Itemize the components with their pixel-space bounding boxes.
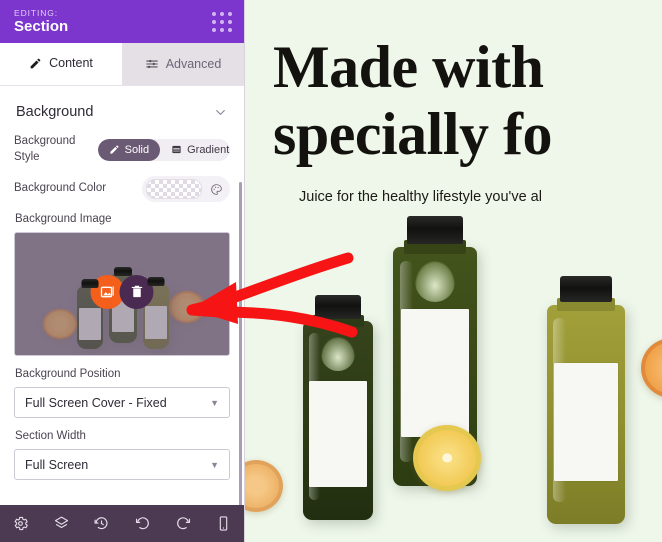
section-width-select[interactable]: Full Screen ▼ [14,449,230,481]
background-color-row: Background Color [14,176,230,203]
editing-label: EDITING: [14,7,59,18]
sidebar-scrollbar[interactable] [239,182,242,505]
undo-button[interactable] [122,515,163,532]
sidebar-tabs: Content Advanced [0,43,244,86]
mobile-icon [219,516,228,531]
hero-subheadline[interactable]: Juice for the healthy lifestyle you've a… [299,189,542,205]
chevron-down-icon: ▼ [210,459,219,470]
background-position-select[interactable]: Full Screen Cover - Fixed ▼ [14,387,230,419]
responsive-preview-button[interactable] [203,515,244,532]
image-action-buttons [90,274,154,309]
juice-bottle-left [303,295,373,520]
palette-icon[interactable] [206,179,226,199]
section-width-label: Section Width [15,430,86,443]
background-section-title: Background [16,104,94,120]
orange-slice-left [245,460,283,512]
layers-button[interactable] [41,515,82,532]
sliders-icon [145,59,158,69]
section-width-field: Section Width Full Screen ▼ [14,430,230,481]
color-swatch-transparent[interactable] [146,179,202,200]
background-image-label: Background Image [15,213,112,226]
background-position-field: Background Position Full Screen Cover - … [14,368,230,419]
background-style-toggle: Solid Gradient [97,138,230,161]
redo-button[interactable] [163,515,204,532]
style-option-solid[interactable]: Solid [97,138,161,161]
history-icon [94,517,108,530]
sidebar-footer-toolbar [0,505,244,542]
tab-advanced[interactable]: Advanced [122,43,244,85]
lemon-slice [413,425,481,491]
style-option-solid-label: Solid [124,143,150,156]
tab-content[interactable]: Content [0,43,122,85]
style-option-gradient[interactable]: Gradient [160,139,230,161]
pencil-icon [30,58,41,68]
chevron-down-icon[interactable] [213,105,228,120]
style-option-gradient-label: Gradient [187,143,230,156]
grid-dots-icon[interactable] [212,11,232,32]
layers-icon [54,516,68,529]
background-position-value: Full Screen Cover - Fixed [25,395,167,410]
gradient-icon [172,145,181,154]
background-image-preview[interactable] [14,232,230,357]
revisions-button[interactable] [81,515,122,532]
background-position-label: Background Position [15,368,121,381]
gear-icon [14,516,28,531]
section-width-value: Full Screen [25,457,89,472]
background-panel: Background Background Style Solid Gradie… [0,86,244,505]
settings-button[interactable] [0,515,41,532]
tab-content-label: Content [49,56,93,70]
pencil-icon [110,145,119,154]
background-style-row: Background Style Solid Gradient [14,134,230,165]
trash-icon [131,285,142,298]
hero-background-photo [245,210,662,542]
page-canvas[interactable]: Made with specially fo Juice for the hea… [245,0,662,542]
juice-bottle-right [547,276,625,524]
tab-advanced-label: Advanced [165,57,222,71]
redo-icon [176,517,190,530]
sidebar-header: EDITING: Section [0,0,244,43]
chevron-down-icon: ▼ [210,397,219,408]
orange-slice-right [641,338,662,398]
editing-element-name: Section [14,17,69,35]
editor-sidebar: EDITING: Section Content Advanced Backgr… [0,0,245,542]
background-color-label: Background Color [14,182,107,195]
background-section-header[interactable]: Background [14,86,230,134]
image-edit-icon [100,285,114,297]
background-style-label: Background Style [14,135,76,163]
undo-icon [135,517,149,530]
hero-headline[interactable]: Made with specially fo [273,34,662,168]
background-color-control [142,176,230,203]
